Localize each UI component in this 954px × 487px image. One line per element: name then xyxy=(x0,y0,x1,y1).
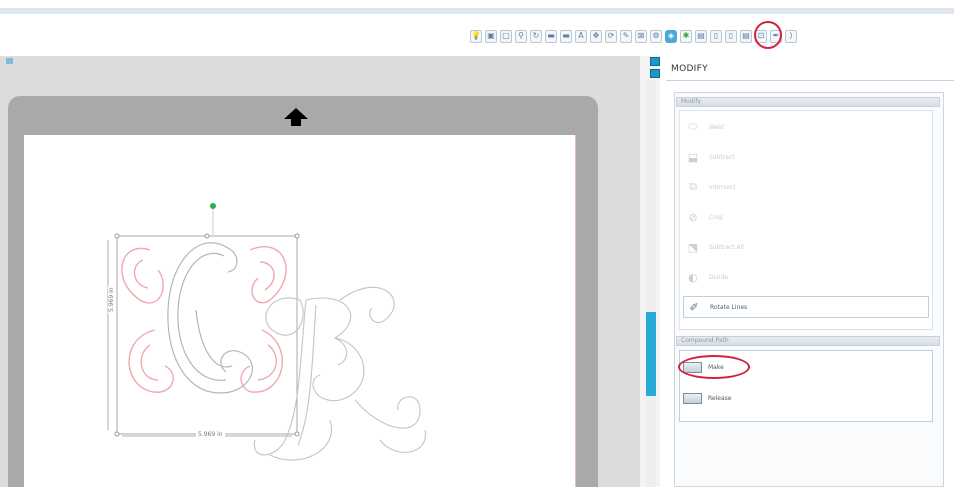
rotate-icon[interactable]: ↻ xyxy=(530,29,542,43)
height-dimension-label: 5.969 in xyxy=(108,285,115,314)
divide-icon: ◐ xyxy=(688,270,698,284)
window-top-strip xyxy=(0,0,954,22)
window-icon[interactable]: ▣ xyxy=(485,29,497,43)
subtract-icon: ⬓ xyxy=(687,150,699,164)
modify-item-label: Crop xyxy=(709,213,724,221)
panel-scrollbar-thumb[interactable] xyxy=(646,312,656,396)
section-header-modify: Modify xyxy=(676,97,940,107)
offset-icon[interactable]: ⊠ xyxy=(635,29,647,43)
replicate-icon[interactable]: ⟳ xyxy=(605,29,617,43)
compound-release-button[interactable]: Release xyxy=(683,387,929,409)
make-compound-icon xyxy=(683,361,702,373)
modify-item-crop[interactable]: ⊘ Crop xyxy=(683,206,929,228)
store-icon[interactable]: ▯ xyxy=(710,29,722,43)
width-dimension-label: 5.969 in xyxy=(196,431,225,438)
zoom-icon[interactable]: ⚲ xyxy=(515,29,527,43)
knife-icon[interactable]: ✎ xyxy=(620,29,632,43)
media-icon[interactable]: ⊡ xyxy=(755,29,767,43)
modify-item-label: Rotate Lines xyxy=(710,303,748,311)
release-compound-icon xyxy=(683,392,702,404)
modify-item-subtract-all[interactable]: ⬔ Subtract All xyxy=(683,236,929,258)
weld-icon: ⬭ xyxy=(688,120,698,133)
main-toolbar: 💡 ▣ ▢ ⚲ ↻ ▬ ▬ A ✥ ⟳ ✎ ⊠ ⚙ ◈ ✱ ▤ ▯ ▯ ▤ ⊡ ✒ ⟩ xyxy=(470,27,797,45)
library-icon[interactable]: ▤ xyxy=(695,29,707,43)
panel-title-divider xyxy=(666,80,954,81)
panel-scroll-track[interactable] xyxy=(646,80,656,487)
send-icon[interactable]: ▤ xyxy=(740,29,752,43)
modify-item-label: Subtract All xyxy=(709,243,744,251)
collapse-panel-icon[interactable] xyxy=(650,69,660,78)
section-header-compound-path: Compound Path xyxy=(676,336,940,346)
pen-icon[interactable]: ✒ xyxy=(770,29,782,43)
cut-settings-icon[interactable]: ▯ xyxy=(725,29,737,43)
move-icon[interactable]: ✥ xyxy=(590,29,602,43)
pin-panel-icon[interactable] xyxy=(650,57,660,66)
distribute-icon[interactable]: ▬ xyxy=(560,29,572,43)
top-divider-bar xyxy=(0,8,954,14)
lightbulb-icon[interactable]: 💡 xyxy=(470,29,482,43)
subtract-all-icon: ⬔ xyxy=(687,240,699,254)
align-icon[interactable]: ▬ xyxy=(545,29,557,43)
modify-icon[interactable]: ◈ xyxy=(665,29,677,43)
modify-item-weld[interactable]: ⬭ Weld xyxy=(683,116,929,138)
canvas-corner-marker xyxy=(6,58,13,64)
text-icon[interactable]: A xyxy=(575,29,587,43)
page-icon[interactable]: ▢ xyxy=(500,29,512,43)
intersect-icon: ⧉ xyxy=(689,180,697,193)
modify-item-subtract[interactable]: ⬓ Subtract xyxy=(683,146,929,168)
modify-item-rotate-lines[interactable]: ✐ Rotate Lines xyxy=(683,296,929,318)
flexi-icon[interactable]: ✱ xyxy=(680,29,692,43)
trace-icon[interactable]: ⚙ xyxy=(650,29,662,43)
more-icon[interactable]: ⟩ xyxy=(785,29,797,43)
mat-feed-arrow-icon xyxy=(284,108,308,126)
modify-item-label: Intersect xyxy=(709,183,736,191)
compound-item-label: Make xyxy=(708,363,724,371)
design-page[interactable] xyxy=(24,135,576,487)
crop-icon: ⊘ xyxy=(688,210,698,224)
compound-make-button[interactable]: Make xyxy=(683,356,929,378)
modify-item-label: Divide xyxy=(709,273,729,281)
modify-item-intersect[interactable]: ⧉ Intersect xyxy=(683,176,929,198)
modify-item-divide[interactable]: ◐ Divide xyxy=(683,266,929,288)
rotate-lines-icon: ✐ xyxy=(689,300,699,314)
modify-item-label: Subtract xyxy=(709,153,735,161)
modify-item-label: Weld xyxy=(709,123,724,131)
compound-item-label: Release xyxy=(708,394,732,402)
panel-title: MODIFY xyxy=(671,64,708,74)
